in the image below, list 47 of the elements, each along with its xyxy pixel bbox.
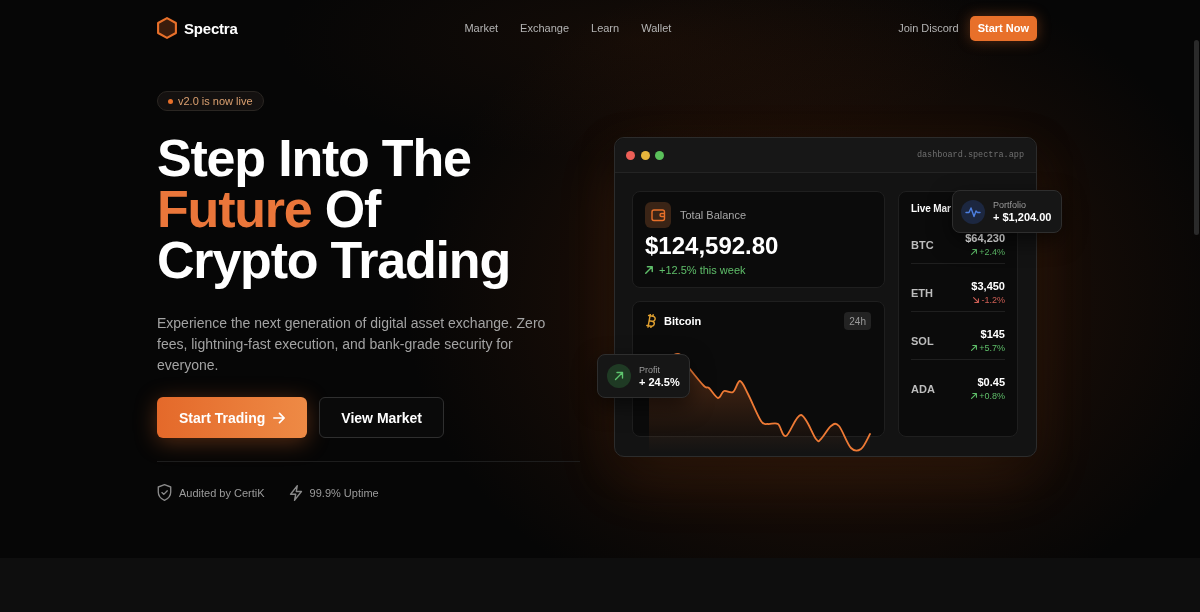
price-value: $64,230 (965, 232, 1005, 245)
price-change: -1.2% (981, 294, 1005, 305)
pulse-icon (961, 199, 985, 224)
wallet-icon (645, 202, 671, 228)
price-value: $145 (980, 328, 1005, 341)
price-change: +5.7% (979, 342, 1005, 353)
nav-link[interactable]: Learn (591, 22, 620, 34)
window-dot-icon (655, 150, 664, 160)
price-value: $3,450 (971, 280, 1005, 293)
price-change: +2.4% (979, 246, 1005, 257)
ticker-symbol: BTC (911, 239, 934, 251)
nav-link[interactable]: Exchange (520, 22, 569, 34)
join-discord-link[interactable]: Join Discord (898, 22, 959, 34)
lightning-bolt-icon (288, 484, 303, 501)
balance-amount: $124,592.80 (645, 232, 780, 260)
price-value: $0.45 (977, 376, 1005, 389)
time-range-chip[interactable]: 24h (844, 312, 871, 330)
shield-check-icon (157, 484, 172, 501)
nav-link[interactable]: Market (464, 22, 499, 34)
status-dot-icon (168, 98, 173, 104)
window-dot-icon (640, 150, 650, 160)
popup-value: + $1,204.00 (993, 211, 1052, 223)
popup-label: Portfolio (993, 200, 1028, 210)
price-change: +0.8% (979, 390, 1005, 401)
arrow-up-right-icon (607, 364, 631, 388)
window-dot-icon (626, 150, 635, 160)
window-url: dashboard.spectra.app (916, 150, 1024, 160)
chart-title: Bitcoin (664, 315, 702, 327)
hexagon-logo-icon (157, 17, 177, 39)
ticker-symbol: ADA (911, 383, 935, 395)
badge-text: v2.0 is now live (178, 95, 253, 107)
trust-label: 99.9% Uptime (309, 486, 379, 499)
balance-label: Total Balance (680, 209, 747, 221)
nav-link[interactable]: Wallet (641, 22, 672, 34)
popup-label: Profit (639, 364, 661, 375)
arrow-right-icon (273, 411, 286, 424)
trust-label: Audited by CertiK (179, 486, 265, 499)
view-market-button[interactable]: View Market (319, 397, 445, 438)
scrollbar-thumb[interactable] (1194, 40, 1199, 235)
popup-value: + 24.5% (639, 375, 680, 388)
market-title: Live Mar (911, 202, 951, 216)
ticker-symbol: ETH (911, 287, 933, 299)
balance-change: +12.5% this week (659, 264, 746, 276)
bitcoin-icon (646, 314, 656, 328)
ticker-symbol: SOL (911, 335, 934, 347)
brand-name[interactable]: Spectra (184, 19, 238, 37)
hero-description: Experience the next generation of digital asset exchange. Zero fees, lightning-fast execution, and bank-grade security for everyone. (157, 314, 547, 375)
